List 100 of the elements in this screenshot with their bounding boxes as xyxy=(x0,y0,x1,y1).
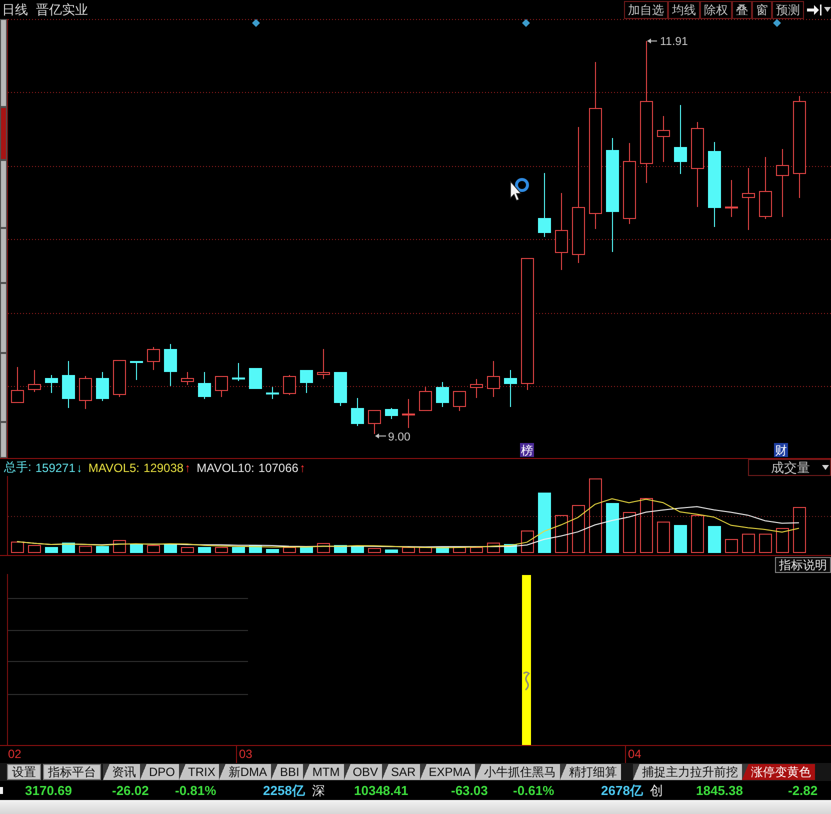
candle xyxy=(181,372,194,386)
candle xyxy=(759,156,772,220)
indicator-tab[interactable]: 资讯 xyxy=(103,764,140,780)
side-tab[interactable] xyxy=(0,422,7,458)
ring-icon xyxy=(515,178,529,192)
indicator-tab[interactable]: 捕捉主力拉升前挖 xyxy=(632,764,742,780)
toolbar-button[interactable]: 加自选 xyxy=(624,0,668,18)
volume-bar xyxy=(725,539,738,553)
candle xyxy=(28,370,41,392)
side-tab[interactable] xyxy=(0,353,7,422)
volume-bar xyxy=(470,547,483,553)
volume-bar xyxy=(453,547,466,553)
indicator-tab[interactable]: DPO xyxy=(140,764,180,780)
trend-arrow: ↑ xyxy=(299,460,306,474)
toolbar-button[interactable]: 预测 xyxy=(772,0,804,18)
volume-bar xyxy=(198,547,211,553)
indicator-tab[interactable]: 小牛抓住黑马 xyxy=(474,764,560,780)
indicator-tab[interactable]: 精打细算 xyxy=(560,764,621,780)
candle xyxy=(266,386,279,400)
candle xyxy=(453,391,466,412)
indicator-tab[interactable]: 新DMA xyxy=(219,764,272,780)
volume-bar xyxy=(572,505,585,553)
toolbar-button[interactable]: 除权 xyxy=(700,0,732,18)
indicator-value: 107066 xyxy=(258,460,298,474)
volume-bar xyxy=(385,550,398,553)
volume-bar xyxy=(147,545,160,553)
market-figure: 创 xyxy=(650,782,664,800)
toolbar-button[interactable]: 均线 xyxy=(668,0,700,18)
side-tab[interactable] xyxy=(0,19,7,107)
indicator-tab[interactable]: MTM xyxy=(303,764,344,780)
candle xyxy=(62,360,75,408)
candle xyxy=(674,104,687,174)
status-marker-icon xyxy=(0,787,3,794)
candle xyxy=(113,360,126,398)
stock-name: 晋亿实业 xyxy=(36,0,88,18)
toolbar-button[interactable]: 叠 xyxy=(732,0,752,18)
caret-icon[interactable] xyxy=(824,7,831,12)
indicator-tab[interactable]: 指标平台 xyxy=(43,764,101,780)
indicator-tab[interactable]: BBI xyxy=(271,764,304,780)
caret-icon xyxy=(822,465,829,470)
volume-bar xyxy=(11,542,24,553)
candle xyxy=(283,374,296,396)
side-tab[interactable] xyxy=(0,283,7,353)
volume-bar xyxy=(45,547,58,553)
volume-bar xyxy=(232,547,245,553)
indicator-help-button[interactable]: 指标说明 xyxy=(775,557,831,573)
market-figure: 1845.38 xyxy=(696,783,744,798)
market-figure: -0.81% xyxy=(175,783,218,798)
cursor-icon xyxy=(510,180,522,202)
diamond-icon[interactable] xyxy=(252,19,260,27)
indicator-tab[interactable]: 涨停变黄色 xyxy=(742,764,815,780)
candle xyxy=(79,376,92,410)
volume-bar xyxy=(708,526,721,553)
volume-bar xyxy=(691,515,704,553)
trend-arrow: ↑ xyxy=(184,460,191,474)
indicator-tab[interactable]: TRIX xyxy=(179,764,220,780)
volume-bar xyxy=(317,543,330,553)
indicator-label: 总手: xyxy=(4,459,32,476)
indicator-label: MAVOL5: xyxy=(88,460,140,474)
volume-bar xyxy=(96,546,109,553)
candle xyxy=(368,410,381,434)
indicator-tab[interactable]: SAR xyxy=(382,764,420,780)
candle xyxy=(470,378,483,398)
candle xyxy=(419,386,432,411)
arrow-bar-icon[interactable] xyxy=(806,2,822,16)
side-tab[interactable] xyxy=(0,160,7,228)
candle xyxy=(402,398,415,428)
volume-bar xyxy=(742,534,755,553)
candle xyxy=(657,116,670,162)
indicator-label: MAVOL10: xyxy=(196,460,254,474)
leader-arrow xyxy=(647,38,658,44)
candle xyxy=(198,372,211,400)
side-tab[interactable] xyxy=(0,228,7,283)
toolbar-button[interactable]: 窗 xyxy=(752,0,772,18)
indicator-value: 159271 xyxy=(35,460,76,474)
indicator-tab[interactable]: OBV xyxy=(344,764,382,780)
leader-arrow xyxy=(375,434,386,438)
volume-bar xyxy=(793,507,806,553)
market-figure: 3170.69 xyxy=(25,783,73,798)
volume-bar xyxy=(28,545,41,553)
period-label: 日线 xyxy=(2,0,28,18)
volume-bar xyxy=(776,528,789,553)
indicator-tab[interactable]: 设置 xyxy=(7,764,41,780)
event-badge[interactable]: 榜 xyxy=(520,443,534,458)
market-figure: 10348.41 xyxy=(354,783,410,798)
indicator-tab[interactable]: EXPMA xyxy=(420,764,475,780)
event-badge[interactable]: 财 xyxy=(774,443,788,458)
candle xyxy=(300,370,313,394)
indicator-dropdown[interactable]: 成交量 xyxy=(748,459,831,476)
squiggle-icon xyxy=(523,672,530,691)
market-figure: 2678亿 xyxy=(601,782,644,800)
volume-bar xyxy=(606,503,619,553)
diamond-icon[interactable] xyxy=(522,19,530,27)
volume-bar xyxy=(555,515,568,553)
candle xyxy=(317,348,330,380)
candle xyxy=(45,374,58,394)
candle xyxy=(436,382,449,408)
market-figure: -2.82 xyxy=(788,783,819,798)
candle xyxy=(538,172,551,238)
candle xyxy=(96,372,109,402)
